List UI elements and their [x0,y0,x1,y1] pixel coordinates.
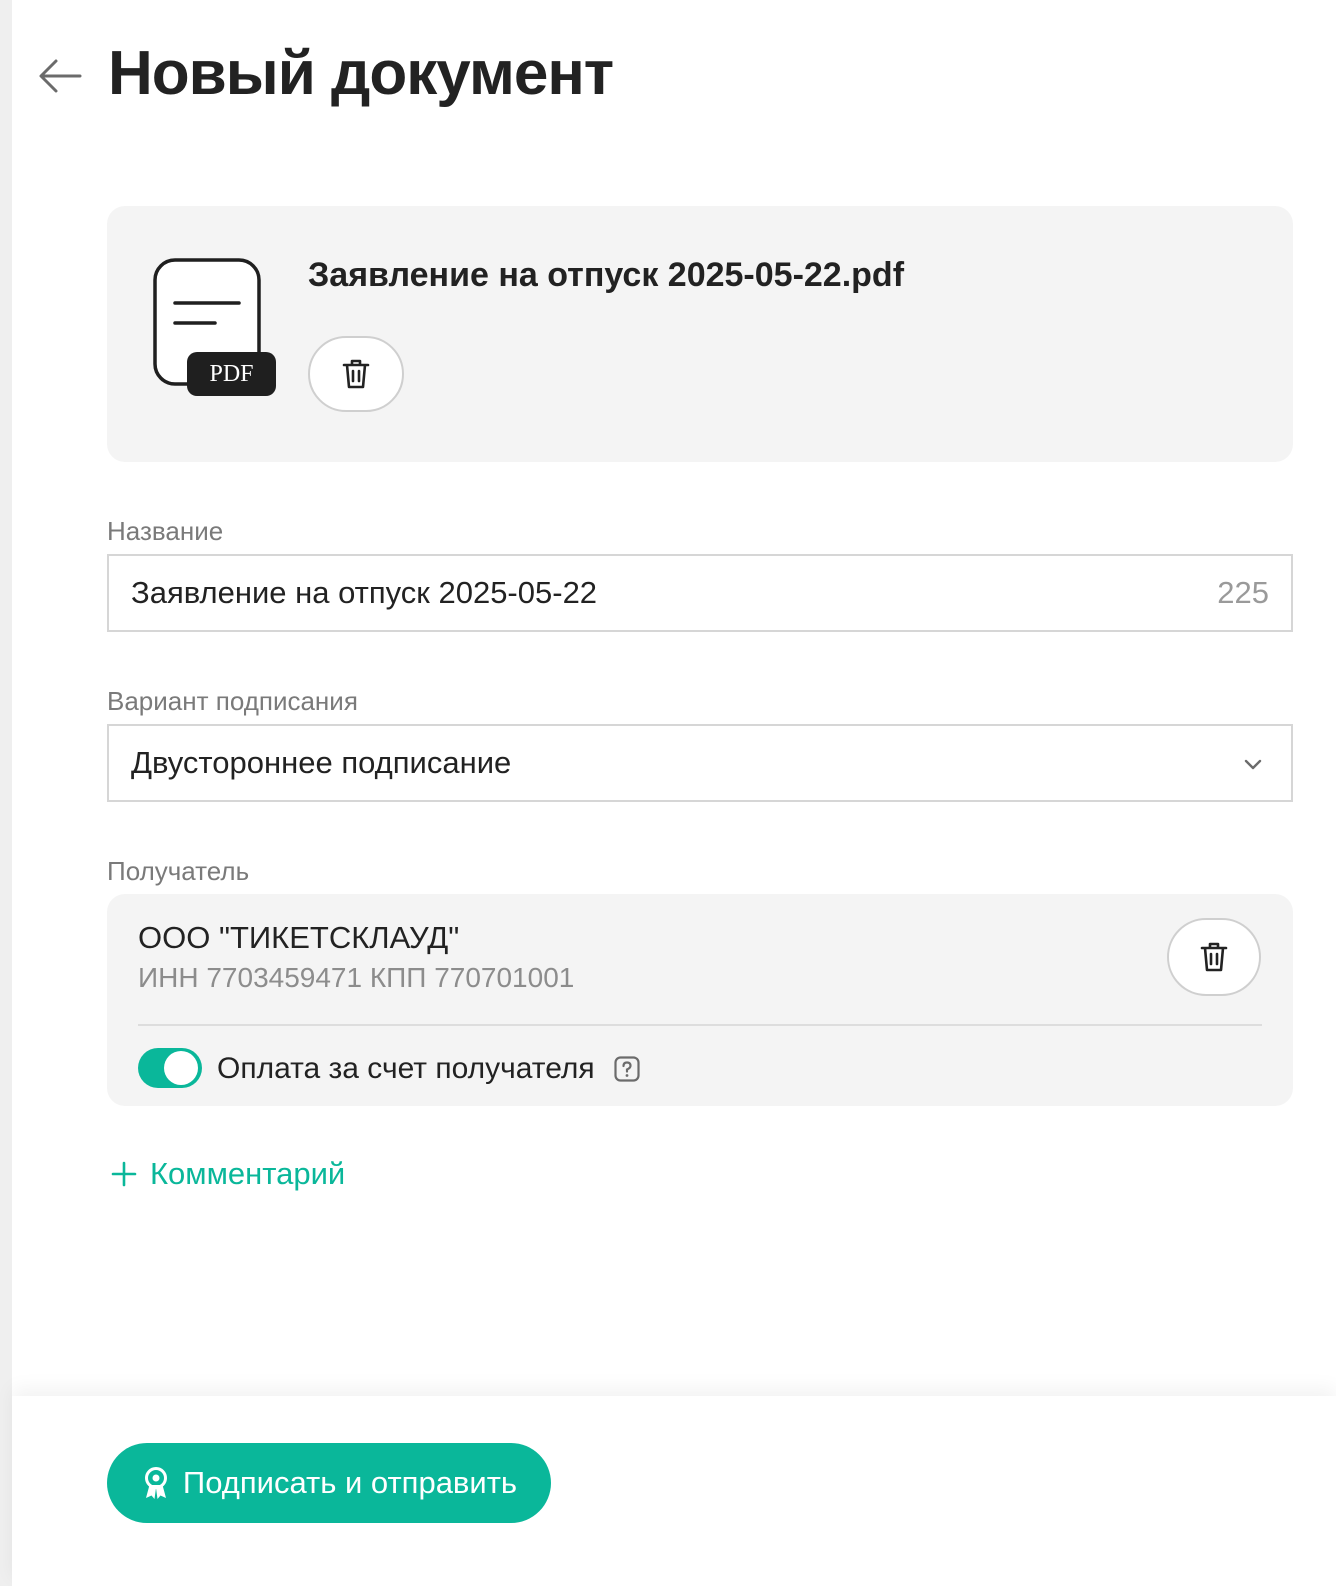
signing-variant-value: Двустороннее подписание [131,745,512,780]
character-counter: 225 [1217,575,1269,610]
plus-icon [111,1161,137,1187]
signing-field-label: Вариант подписания [107,686,358,716]
pdf-badge-label: PDF [209,361,254,387]
page-title: Новый документ [108,39,614,108]
add-comment-label: Комментарий [150,1156,346,1191]
question-icon[interactable] [614,1056,640,1082]
payment-toggle-label: Оплата за счет получателя [217,1052,595,1085]
trash-icon [342,359,370,389]
page-header: Новый документ [12,28,1336,120]
back-button[interactable] [34,50,86,102]
toggle-knob [164,1051,198,1085]
recipient-name: ООО "ТИКЕТСКЛАУД" [138,920,460,955]
document-name-value: Заявление на отпуск 2025-05-22 [131,575,598,610]
sign-and-send-button[interactable]: Подписать и отправить [107,1443,551,1523]
document-name-input[interactable]: Заявление на отпуск 2025-05-22 225 [107,554,1293,632]
new-document-page: Новый документ PDF Заявление на отпуск 2… [12,0,1336,1586]
sign-and-send-label: Подписать и отправить [182,1465,518,1500]
delete-recipient-button[interactable] [1167,918,1261,996]
trash-icon [1200,942,1228,972]
delete-file-button[interactable] [308,336,404,412]
award-icon [144,1467,167,1499]
file-name: Заявление на отпуск 2025-05-22.pdf [308,256,905,294]
add-comment-button[interactable]: Комментарий [110,1152,345,1196]
pdf-file-icon: PDF [153,258,279,398]
recipient-field-label: Получатель [107,856,250,886]
signing-variant-select[interactable]: Двустороннее подписание [107,724,1293,802]
attached-file-card: PDF Заявление на отпуск 2025-05-22.pdf [107,206,1293,462]
name-field-label: Название [107,516,224,546]
recipient-details: ИНН 7703459471 КПП 770701001 [138,962,575,993]
divider [138,1024,1262,1026]
bottom-action-bar: Подписать и отправить [12,1396,1336,1586]
arrow-left-icon [39,59,82,93]
chevron-down-icon [1244,759,1262,770]
payment-toggle[interactable] [138,1048,202,1088]
recipient-card: ООО "ТИКЕТСКЛАУД" ИНН 7703459471 КПП 770… [107,894,1293,1106]
